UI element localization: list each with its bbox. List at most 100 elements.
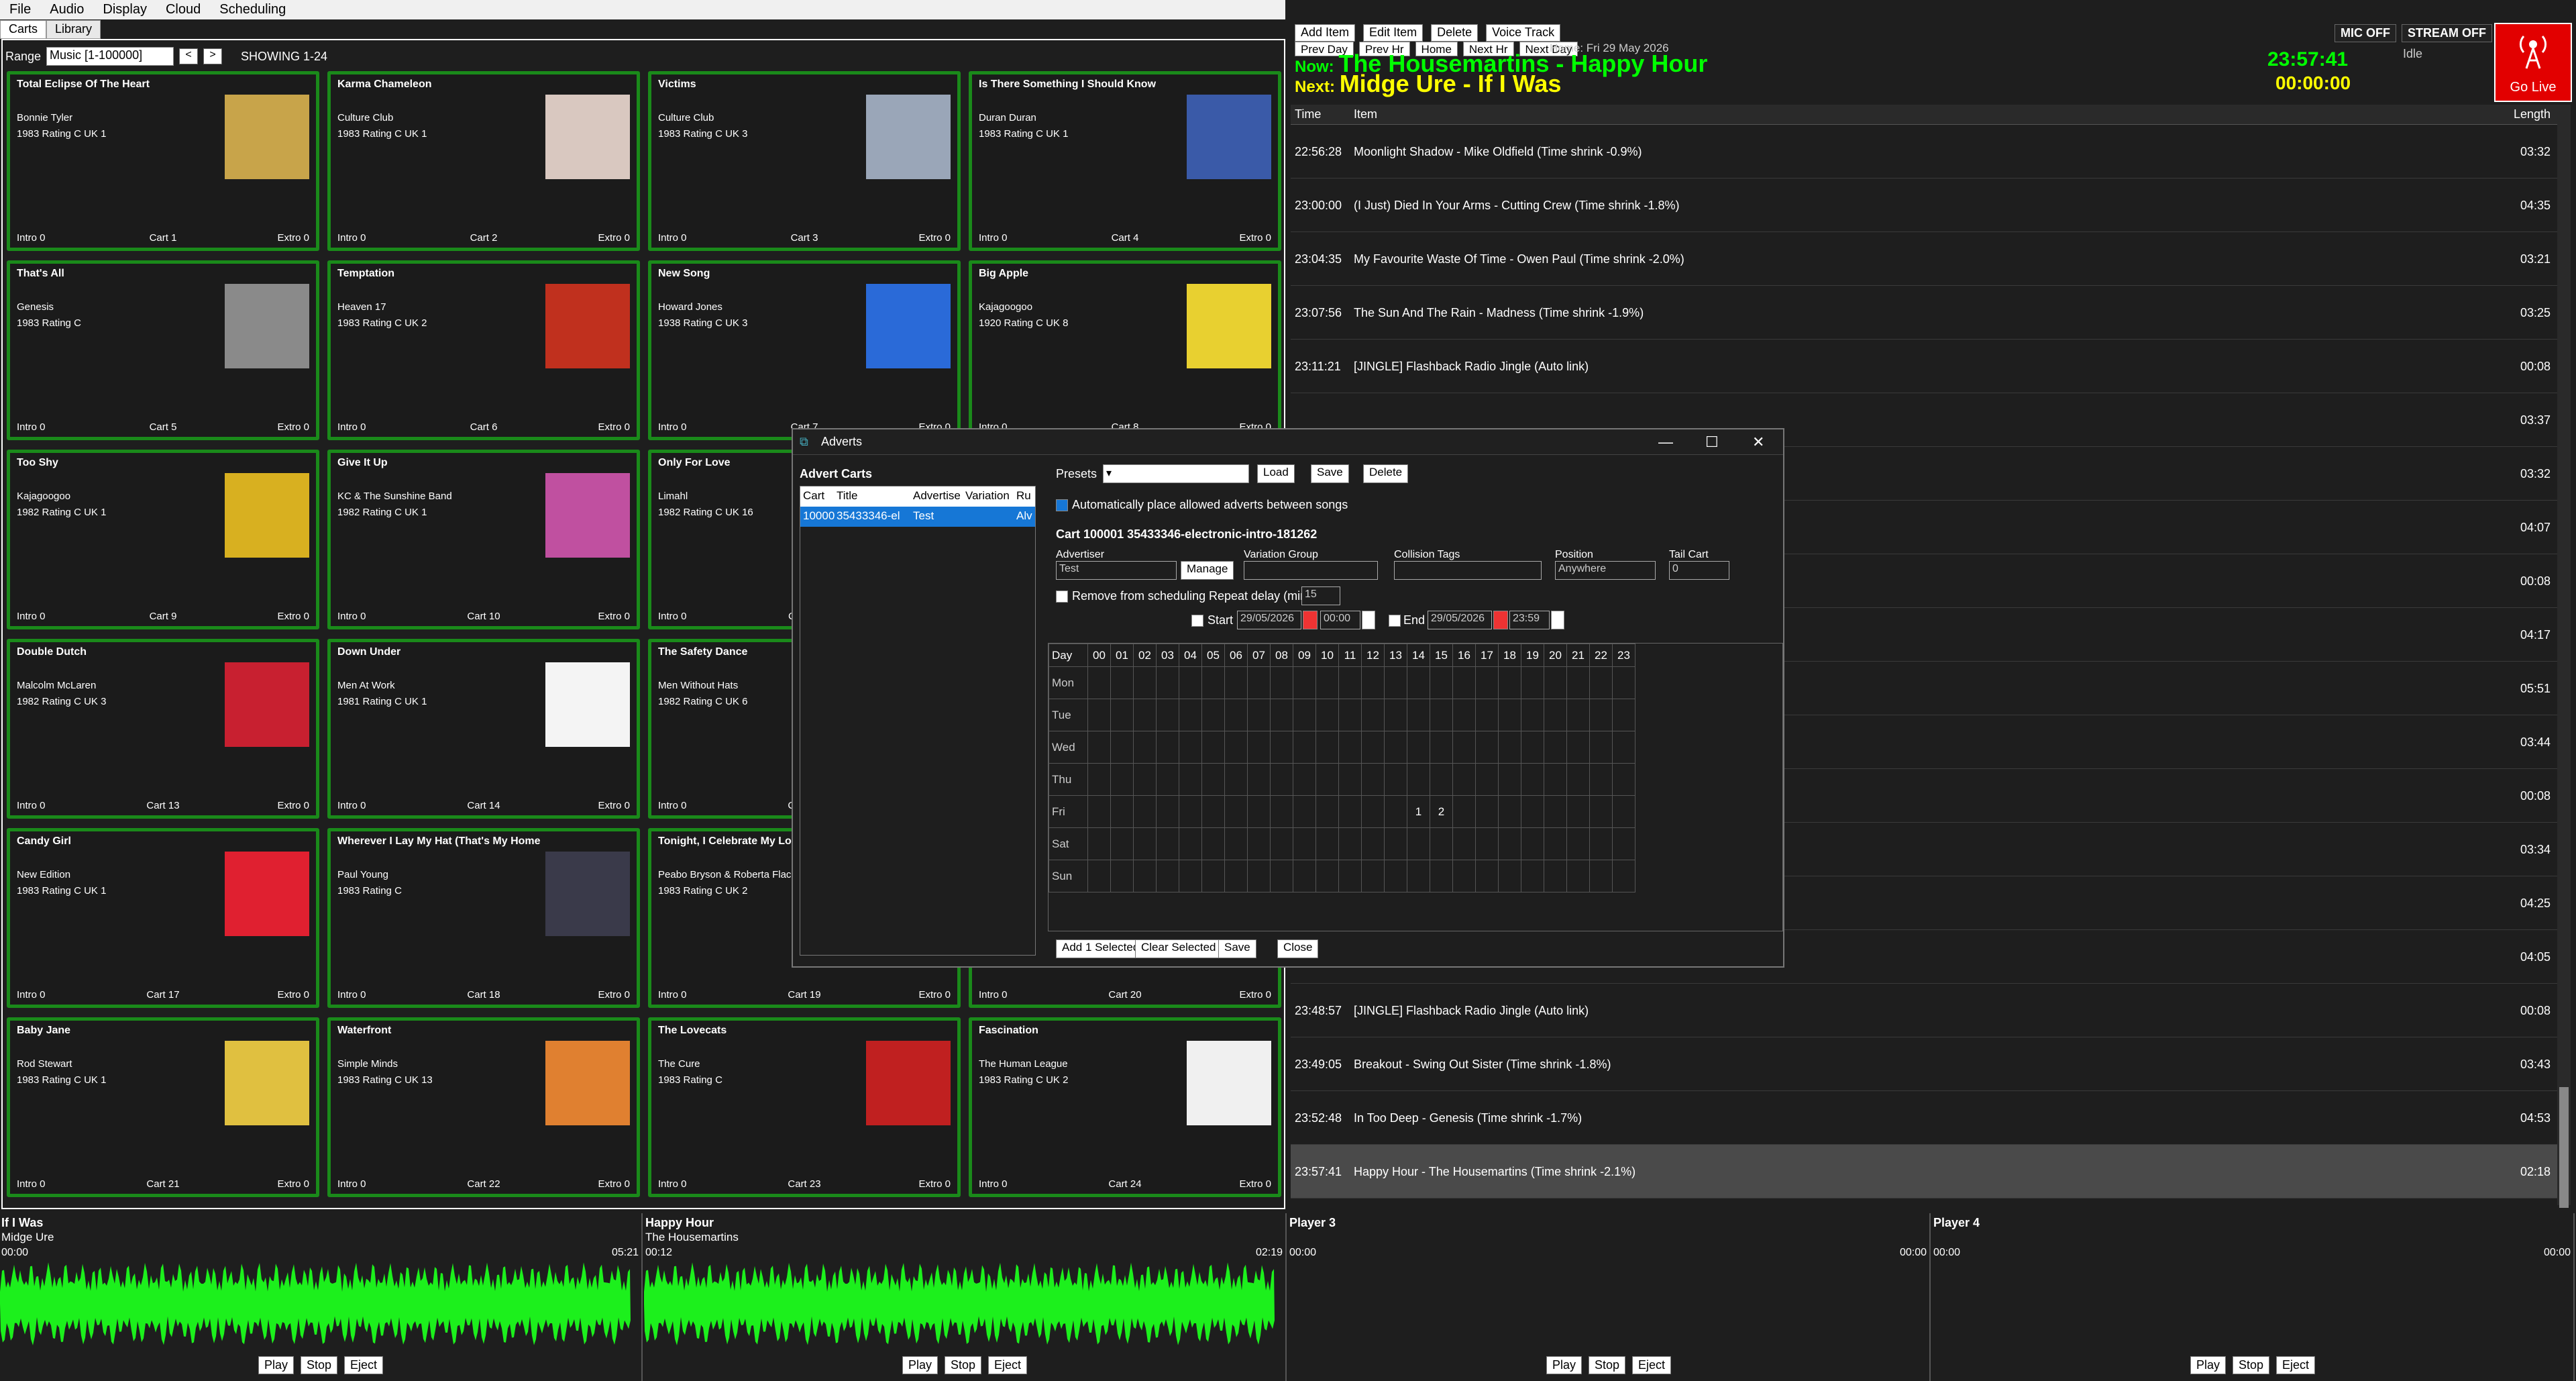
grid-cell[interactable] <box>1110 731 1134 764</box>
grid-cell[interactable] <box>1133 699 1157 731</box>
grid-cell[interactable] <box>1270 763 1293 796</box>
grid-cell[interactable] <box>1612 795 1635 828</box>
go-live-button[interactable]: Go Live <box>2494 23 2572 102</box>
grid-cell[interactable] <box>1179 666 1202 699</box>
play-button[interactable]: Play <box>2190 1356 2226 1374</box>
grid-cell[interactable] <box>1338 699 1362 731</box>
playlist-row[interactable]: 23:00:00 (I Just) Died In Your Arms - Cu… <box>1291 178 2557 232</box>
grid-cell[interactable] <box>1566 860 1590 892</box>
end-date[interactable]: 29/05/2026 <box>1428 611 1492 629</box>
stop-button[interactable]: Stop <box>1588 1356 1625 1374</box>
stop-button[interactable]: Stop <box>300 1356 337 1374</box>
dialog-close-button[interactable]: Close <box>1277 939 1319 958</box>
grid-cell[interactable] <box>1156 795 1179 828</box>
stop-button[interactable]: Stop <box>2232 1356 2269 1374</box>
grid-cell[interactable] <box>1156 763 1179 796</box>
grid-cell[interactable] <box>1498 731 1521 764</box>
grid-cell[interactable] <box>1293 860 1316 892</box>
playlist-row[interactable]: 23:07:56 The Sun And The Rain - Madness … <box>1291 286 2557 340</box>
grid-cell[interactable] <box>1521 731 1544 764</box>
grid-cell[interactable] <box>1361 795 1385 828</box>
grid-cell[interactable] <box>1087 795 1111 828</box>
cart-tile[interactable]: Temptation Heaven 17 1983 Rating C UK 2 … <box>327 260 640 440</box>
grid-cell[interactable] <box>1589 763 1613 796</box>
grid-cell[interactable] <box>1338 731 1362 764</box>
delete-preset-button[interactable]: Delete <box>1363 464 1409 483</box>
cart-tile[interactable]: Too Shy Kajagoogoo 1982 Rating C UK 1 In… <box>7 450 319 629</box>
grid-cell[interactable] <box>1224 699 1248 731</box>
grid-cell[interactable] <box>1589 860 1613 892</box>
table-row[interactable]: 10000 35433346-el Test Alv <box>800 507 1035 527</box>
delete-button[interactable]: Delete <box>1431 24 1479 42</box>
grid-cell[interactable] <box>1361 731 1385 764</box>
grid-cell[interactable] <box>1179 795 1202 828</box>
grid-cell[interactable] <box>1338 860 1362 892</box>
grid-cell[interactable] <box>1179 860 1202 892</box>
grid-cell[interactable] <box>1589 699 1613 731</box>
eject-button[interactable]: Eject <box>988 1356 1028 1374</box>
waveform[interactable] <box>644 1260 1281 1347</box>
grid-cell[interactable] <box>1521 699 1544 731</box>
grid-cell[interactable] <box>1224 860 1248 892</box>
grid-cell[interactable] <box>1087 699 1111 731</box>
cart-tile[interactable]: Big Apple Kajagoogoo 1920 Rating C UK 8 … <box>969 260 1281 440</box>
grid-cell[interactable] <box>1612 763 1635 796</box>
clock-icon[interactable] <box>1362 611 1375 629</box>
grid-cell[interactable] <box>1407 763 1430 796</box>
grid-cell[interactable] <box>1384 827 1407 860</box>
playlist-row[interactable]: 23:48:57 [JINGLE] Flashback Radio Jingle… <box>1291 984 2557 1037</box>
cart-tile[interactable]: Victims Culture Club 1983 Rating C UK 3 … <box>648 71 961 251</box>
grid-cell[interactable] <box>1110 699 1134 731</box>
grid-cell[interactable] <box>1201 666 1225 699</box>
tail-input[interactable]: 0 <box>1669 561 1729 580</box>
grid-cell[interactable] <box>1521 860 1544 892</box>
grid-cell[interactable] <box>1224 763 1248 796</box>
grid-cell[interactable] <box>1179 699 1202 731</box>
add-item-button[interactable]: Add Item <box>1295 24 1356 42</box>
grid-cell[interactable] <box>1293 731 1316 764</box>
grid-cell[interactable] <box>1293 827 1316 860</box>
grid-cell[interactable] <box>1247 731 1271 764</box>
grid-cell[interactable] <box>1110 795 1134 828</box>
manage-button[interactable]: Manage <box>1181 561 1234 580</box>
grid-cell[interactable] <box>1293 699 1316 731</box>
close-icon[interactable]: ✕ <box>1752 433 1764 451</box>
grid-cell[interactable] <box>1544 731 1567 764</box>
grid-cell[interactable] <box>1498 666 1521 699</box>
grid-cell[interactable] <box>1201 827 1225 860</box>
grid-cell[interactable] <box>1612 731 1635 764</box>
cart-tile[interactable]: Down Under Men At Work 1981 Rating C UK … <box>327 639 640 819</box>
playlist-scroll-thumb[interactable] <box>2559 1087 2569 1208</box>
grid-cell[interactable] <box>1430 731 1453 764</box>
grid-cell[interactable] <box>1156 860 1179 892</box>
save-preset-button[interactable]: Save <box>1311 464 1349 483</box>
grid-cell[interactable] <box>1384 699 1407 731</box>
clock-icon[interactable] <box>1551 611 1564 629</box>
grid-cell[interactable] <box>1179 763 1202 796</box>
playlist-row[interactable]: 23:52:48 In Too Deep - Genesis (Time shr… <box>1291 1091 2557 1145</box>
grid-cell[interactable] <box>1247 827 1271 860</box>
next-page-button[interactable]: > <box>203 48 223 64</box>
playlist-row[interactable]: 23:04:35 My Favourite Waste Of Time - Ow… <box>1291 232 2557 286</box>
grid-cell[interactable] <box>1430 860 1453 892</box>
grid-cell[interactable] <box>1316 666 1339 699</box>
position-select[interactable]: Anywhere <box>1555 561 1656 580</box>
cart-tile[interactable]: Is There Something I Should Know Duran D… <box>969 71 1281 251</box>
grid-cell[interactable] <box>1566 763 1590 796</box>
remove-checkbox[interactable] <box>1056 591 1068 603</box>
cart-tile[interactable]: That's All Genesis 1983 Rating C Intro 0… <box>7 260 319 440</box>
calendar-icon[interactable] <box>1303 611 1318 629</box>
cart-tile[interactable]: Give It Up KC & The Sunshine Band 1982 R… <box>327 450 640 629</box>
grid-cell[interactable] <box>1361 860 1385 892</box>
grid-cell[interactable] <box>1612 827 1635 860</box>
grid-cell[interactable] <box>1452 860 1476 892</box>
grid-cell[interactable] <box>1475 666 1499 699</box>
grid-cell[interactable] <box>1452 763 1476 796</box>
presets-select[interactable]: ▾ <box>1103 464 1249 483</box>
start-date[interactable]: 29/05/2026 <box>1237 611 1301 629</box>
grid-cell[interactable] <box>1270 731 1293 764</box>
grid-cell[interactable] <box>1316 827 1339 860</box>
grid-cell[interactable] <box>1201 731 1225 764</box>
grid-cell[interactable] <box>1452 795 1476 828</box>
edit-item-button[interactable]: Edit Item <box>1363 24 1424 42</box>
